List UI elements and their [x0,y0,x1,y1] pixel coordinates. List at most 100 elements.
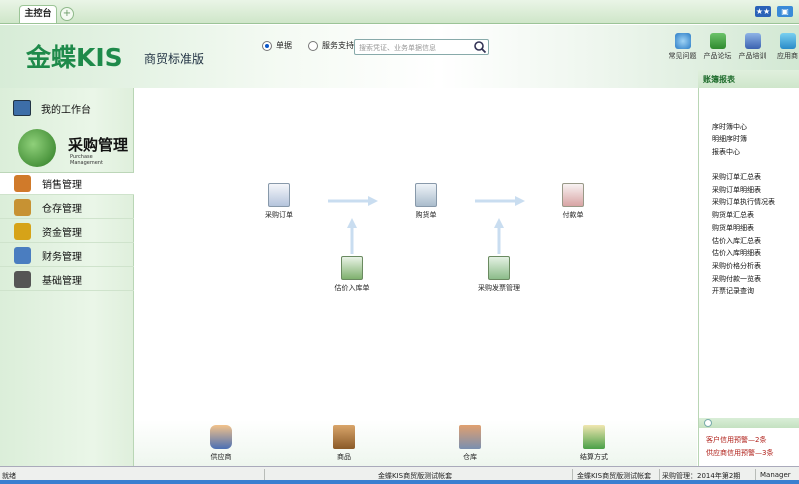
report-link[interactable]: 明细序时簿 [712,134,747,144]
stars-icon[interactable]: ★★ [755,6,771,17]
status-user: Manager [760,471,791,479]
sidebar-item-label: 基础管理 [42,275,82,287]
report-link[interactable]: 购货单汇总表 [712,210,754,220]
inventory-icon [14,198,31,216]
node-label: 估价入库单 [334,284,370,292]
module-title: 采购管理 [68,136,129,154]
node-purchase-order[interactable]: 采购订单 [249,183,309,220]
radio-service-label: 服务支持 [322,41,354,50]
basic-settings-icon [14,270,31,288]
tool-forum[interactable]: 产品论坛 [701,33,734,61]
collapse-toggle-icon[interactable] [704,419,712,427]
app-store-icon [779,33,796,49]
brand-logo: 金蝶KIS [26,43,123,72]
sidebar-item-basic[interactable]: 基础管理 [0,268,134,291]
report-link[interactable]: 开票记录查询 [712,286,754,296]
report-link[interactable]: 序时簿中心 [712,122,747,132]
module-subtitle-2: Management [70,160,103,166]
node-label: 采购订单 [265,211,293,219]
sidebar-item-finance[interactable]: 财务管理 [0,244,134,267]
invoice-icon [488,256,510,280]
report-link[interactable]: 采购订单明细表 [712,185,761,195]
node-label: 采购发票管理 [478,284,520,292]
shortcut-supplier[interactable]: 供应商 [191,425,251,462]
radio-selected-icon[interactable] [262,40,272,51]
report-panel-title: 账簿报表 [698,70,799,88]
search-mode-radios: 单据 服务支持 [262,40,354,51]
sidebar-item-label: 财务管理 [42,251,82,263]
funds-icon [14,222,31,240]
radio-documents-label: 单据 [276,41,292,50]
brand-subtitle: 商贸标准版 [144,52,205,66]
report-link[interactable]: 采购付款一览表 [712,274,761,284]
faq-icon [674,33,691,49]
sidebar-item-inventory[interactable]: 仓存管理 [0,196,134,219]
tool-app-store-label: 应用商 [777,52,798,60]
module-header: 采购管理 Purchase Management [16,127,134,171]
monitor-icon [13,100,31,116]
node-estimated-receipt[interactable]: 估价入库单 [322,256,382,293]
search-input[interactable]: 搜索凭证、业务单据信息 [354,39,489,55]
node-receipt[interactable]: 购货单 [396,183,456,220]
report-link[interactable]: 估价入库明细表 [712,248,761,258]
report-link[interactable]: 采购订单执行情况表 [712,197,775,207]
node-invoice-management[interactable]: 采购发票管理 [469,256,529,293]
radio-documents[interactable]: 单据 [262,40,292,51]
report-link[interactable]: 购货单明细表 [712,223,754,233]
customer-credit-alert[interactable]: 客户信用预警—2条 [706,435,766,445]
purchase-globe-icon [18,129,56,167]
training-icon [744,33,761,49]
workbench-label: 我的工作台 [41,104,91,116]
report-link[interactable]: 采购价格分析表 [712,261,761,271]
tool-forum-label: 产品论坛 [703,52,732,60]
shortcut-label: 商品 [337,453,351,461]
radio-unselected-icon[interactable] [308,40,318,51]
shortcut-label: 结算方式 [580,453,608,461]
flow-arrow-up [347,218,357,254]
purchase-order-icon [268,183,290,207]
radio-service[interactable]: 服务支持 [308,40,354,51]
shortcut-label: 仓库 [463,453,477,461]
shortcut-goods[interactable]: 商品 [314,425,374,462]
flow-arrow-right [475,196,525,206]
goods-boxes-icon [333,425,355,449]
shortcut-settlement[interactable]: 结算方式 [564,425,624,462]
add-tab-icon[interactable]: + [60,7,74,21]
tab-main-console[interactable]: 主控台 [19,5,57,23]
tool-training[interactable]: 产品培训 [736,33,769,61]
report-link[interactable]: 估价入库汇总表 [712,236,761,246]
search-icon[interactable] [473,40,487,54]
sidebar-item-sales[interactable]: 销售管理 [0,172,134,195]
tool-training-label: 产品培训 [738,52,767,60]
supplier-icon [210,425,232,449]
report-link[interactable]: 报表中心 [712,147,740,157]
shortcut-label: 供应商 [210,453,232,461]
tool-faq[interactable]: 常见问题 [666,33,699,61]
settlement-icon [583,425,605,449]
receipt-icon [415,183,437,207]
warehouse-icon [459,425,481,449]
supplier-credit-alert[interactable]: 供应商信用预警—3条 [706,448,773,458]
report-link[interactable]: 采购订单汇总表 [712,172,761,182]
node-label: 付款单 [562,211,584,219]
finance-icon [14,246,31,264]
panel-splitter[interactable] [699,418,799,428]
shortcut-warehouse[interactable]: 仓库 [440,425,500,462]
taskbar-strip [0,480,799,484]
tool-app-store[interactable]: 应用商 [771,33,799,61]
tab-bar [0,0,799,24]
tool-faq-label: 常见问题 [668,52,697,60]
top-right-icons: ★★ ▣ [755,6,793,17]
node-payment[interactable]: 付款单 [543,183,603,220]
sidebar-item-funds[interactable]: 资金管理 [0,220,134,243]
sales-icon [14,175,31,192]
sidebar-item-workbench[interactable]: 我的工作台 [0,95,134,121]
flow-arrow-right [328,196,378,206]
main-flow-area [134,88,697,466]
forum-icon [709,33,726,49]
estimated-receipt-icon [341,256,363,280]
flow-arrow-up [494,218,504,254]
message-icon[interactable]: ▣ [777,6,793,17]
node-label: 购货单 [415,211,437,219]
payment-icon [562,183,584,207]
